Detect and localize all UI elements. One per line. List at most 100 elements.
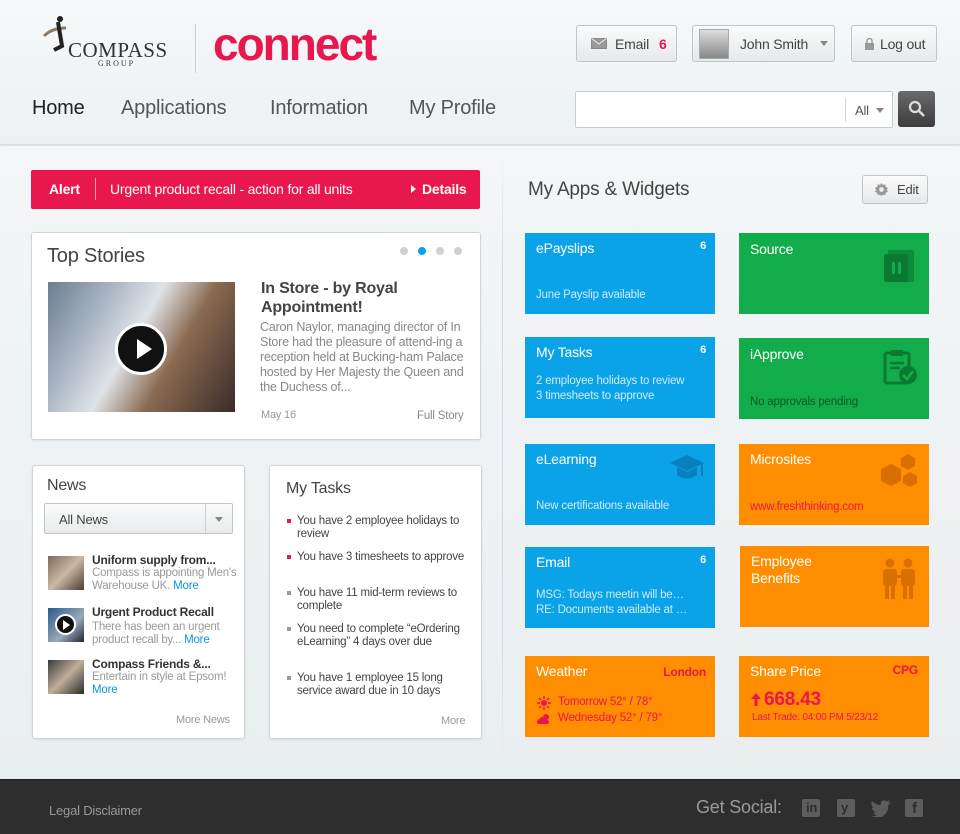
linkedin-glyph-icon: in [806, 800, 818, 815]
connect-logo[interactable]: connect [213, 18, 377, 70]
elearning-tile[interactable]: eLearning New certifications available [525, 444, 715, 525]
news-summary-text: Compass is appointing Men's Warehouse UK… [92, 567, 237, 592]
search-input[interactable] [580, 95, 840, 124]
top-stories-title: Top Stories [47, 245, 145, 267]
tile-title: Employee Benefits [751, 553, 812, 586]
microsites-link[interactable]: www.freshthinking.com [750, 500, 918, 515]
news-title: News [47, 477, 87, 494]
task-item[interactable]: You have 2 employee holidays to review [297, 515, 472, 541]
tile-count-badge: 6 [700, 344, 706, 356]
select-divider [205, 504, 206, 533]
clipboard-check-icon [883, 350, 917, 385]
nav-applications[interactable]: Applications [121, 97, 227, 120]
twitter-icon[interactable] [870, 800, 892, 817]
play-button[interactable] [115, 323, 167, 375]
task-item[interactable]: You need to complete “eOrdering eLearnin… [297, 623, 472, 649]
search-box: All [575, 91, 893, 128]
employee-benefits-tile[interactable]: Employee Benefits [740, 546, 929, 627]
legal-disclaimer-link[interactable]: Legal Disclaimer [49, 803, 142, 818]
news-item-title[interactable]: Urgent Product Recall [92, 605, 234, 619]
tasks-more-link[interactable]: More [441, 715, 465, 727]
task-item[interactable]: You have 11 mid-term reviews to complete [297, 587, 472, 613]
news-thumbnail[interactable] [48, 556, 84, 590]
news-more-link[interactable]: More [92, 684, 118, 696]
play-button[interactable] [55, 614, 76, 635]
task-item[interactable]: You have 3 timesheets to approve [297, 551, 472, 564]
tile-subtext: June Payslip available [536, 289, 646, 301]
tile-subtext: MSG: Todays meetin will be… [536, 589, 684, 601]
share-price-tile[interactable]: Share Price CPG 668.43 Last Trade: 04:00… [739, 656, 929, 737]
iapprove-tile[interactable]: iApprove No approvals pending [739, 338, 929, 419]
story-text: Caron Naylor, managing director of In St… [260, 320, 464, 394]
news-item-summary: Entertain in style at Epsom! More [92, 671, 240, 697]
more-news-link[interactable]: More News [176, 714, 230, 726]
carousel-dot-active[interactable] [418, 247, 426, 255]
news-summary-text: Entertain in style at Epsom! [92, 671, 227, 683]
news-filter-value: All News [59, 512, 108, 527]
partly-cloudy-icon [537, 714, 549, 724]
carousel-dot[interactable] [400, 247, 408, 255]
alert-text: Urgent product recall - action for all u… [110, 181, 353, 197]
facebook-icon[interactable]: f [905, 799, 923, 817]
search-icon [908, 100, 925, 117]
edit-widgets-button[interactable]: Edit [862, 175, 928, 204]
carousel-dot[interactable] [454, 247, 462, 255]
task-item[interactable]: You have 1 employee 15 long service awar… [297, 672, 472, 698]
nav-home[interactable]: Home [32, 97, 85, 120]
weather-wednesday: Wednesday 52° / 79° [558, 712, 663, 724]
news-more-link[interactable]: More [173, 580, 199, 592]
source-tile[interactable]: Source [739, 233, 929, 314]
tile-title: My Tasks [536, 344, 593, 360]
cubes-icon [881, 454, 917, 487]
weather-location: London [663, 665, 706, 679]
task-bullet [287, 676, 291, 680]
group-wordmark: GROUP [98, 59, 136, 68]
news-video-thumbnail[interactable] [48, 608, 84, 642]
gear-icon [874, 182, 889, 197]
tile-title: ePayslips [536, 240, 595, 256]
search-button[interactable] [898, 91, 935, 127]
lock-icon [865, 37, 874, 50]
user-menu-button[interactable]: John Smith [692, 25, 835, 62]
graduation-cap-icon [670, 455, 704, 479]
my-tasks-tile[interactable]: My Tasks 6 2 employee holidays to review… [525, 337, 715, 418]
yammer-icon[interactable]: y [837, 799, 855, 817]
play-arrow-icon [411, 185, 416, 193]
chevron-down-icon [820, 41, 829, 46]
envelope-icon [591, 38, 607, 49]
carousel-dot[interactable] [436, 247, 444, 255]
logout-label: Log out [880, 35, 926, 52]
epayslips-tile[interactable]: ePayslips 6 June Payslip available [525, 233, 715, 314]
story-title[interactable]: In Store - by Royal Appointment! [261, 279, 461, 317]
tile-subtext: 2 employee holidays to review [536, 375, 685, 387]
avatar [699, 28, 729, 59]
chevron-down-icon [876, 108, 884, 113]
logout-button[interactable]: Log out [851, 25, 937, 62]
nav-information[interactable]: Information [270, 97, 368, 120]
email-tile[interactable]: Email 6 MSG: Todays meetin will be… RE: … [525, 547, 715, 628]
logo-divider [195, 24, 196, 73]
alert-bar[interactable]: Alert Urgent product recall - action for… [31, 170, 480, 209]
news-item-summary: There has been an urgent product recall … [92, 621, 240, 647]
news-more-link[interactable]: More [184, 634, 210, 646]
news-item-title[interactable]: Compass Friends &... [92, 657, 234, 671]
news-item-summary: Compass is appointing Men's Warehouse UK… [92, 567, 240, 593]
facebook-glyph-icon: f [912, 800, 917, 817]
news-thumbnail[interactable] [48, 660, 84, 694]
news-item-title[interactable]: Uniform supply from... [92, 553, 234, 567]
nav-my-profile[interactable]: My Profile [409, 97, 496, 120]
compass-logo[interactable]: COMPASS GROUP [38, 14, 178, 70]
full-story-link[interactable]: Full Story [417, 410, 464, 422]
weather-tile[interactable]: Weather London Tomorrow 52° / 78° Wednes… [525, 656, 715, 737]
column-divider [502, 150, 503, 770]
search-scope-select[interactable]: All [855, 103, 869, 118]
alert-details-link[interactable]: Details [422, 181, 467, 197]
microsites-tile[interactable]: Microsites www.freshthinking.com [739, 444, 929, 525]
tasks-title: My Tasks [286, 480, 351, 497]
linkedin-icon[interactable]: in [802, 799, 820, 817]
story-video-thumbnail[interactable] [48, 282, 235, 412]
get-social-label: Get Social: [696, 797, 782, 817]
sun-icon [537, 696, 551, 710]
news-filter-select[interactable]: All News [44, 503, 233, 534]
email-button[interactable]: Email 6 [576, 25, 677, 62]
